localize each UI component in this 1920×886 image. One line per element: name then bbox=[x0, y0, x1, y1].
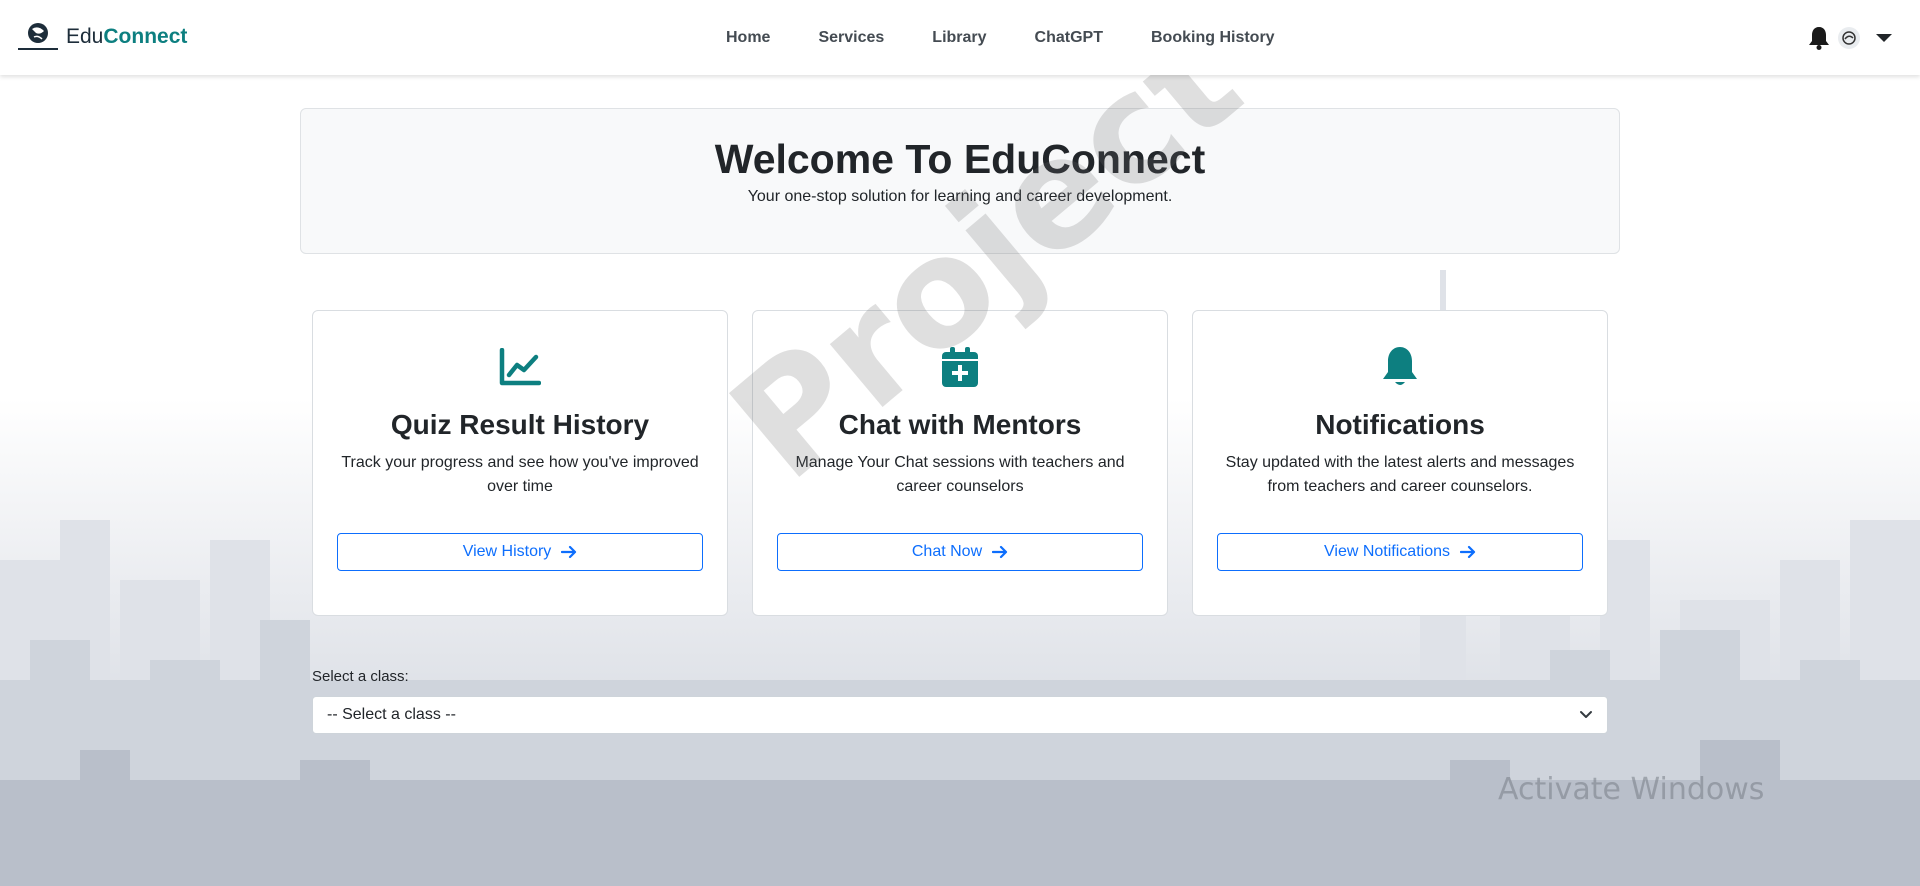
brand-edu: Edu bbox=[66, 25, 104, 48]
user-menu-caret-icon[interactable] bbox=[1876, 34, 1892, 42]
view-history-button[interactable]: View History bbox=[337, 533, 703, 571]
hero-subtitle: Your one-stop solution for learning and … bbox=[747, 188, 1173, 206]
brand-name: EduConnect bbox=[66, 25, 187, 49]
bell-icon[interactable] bbox=[1808, 26, 1830, 50]
welcome-hero: Welcome To EduConnect Your one-stop solu… bbox=[300, 108, 1620, 254]
class-select[interactable]: -- Select a class -- bbox=[312, 696, 1608, 734]
card-description: Stay updated with the latest alerts and … bbox=[1225, 454, 1575, 495]
nav-booking-history[interactable]: Booking History bbox=[1127, 29, 1299, 47]
card-title: Notifications bbox=[1315, 409, 1485, 440]
card-description: Manage Your Chat sessions with teachers … bbox=[795, 454, 1125, 495]
nav-chatgpt[interactable]: ChatGPT bbox=[1011, 29, 1127, 47]
notifications-card: Notifications Stay updated with the late… bbox=[1192, 310, 1608, 616]
button-label: Chat Now bbox=[911, 543, 983, 560]
chat-mentors-card: Chat with Mentors Manage Your Chat sessi… bbox=[752, 310, 1168, 616]
nav-library[interactable]: Library bbox=[908, 29, 1010, 47]
card-description: Track your progress and see how you've i… bbox=[341, 454, 699, 495]
brand-logo-link[interactable]: EduConnect bbox=[16, 17, 187, 57]
card-title: Chat with Mentors bbox=[838, 409, 1082, 440]
arrow-right-icon bbox=[1459, 545, 1476, 559]
globe-logo-icon bbox=[18, 23, 58, 50]
top-navbar: EduConnect Home Services Library ChatGPT… bbox=[0, 0, 1920, 75]
chart-line-icon bbox=[499, 348, 541, 386]
nav-links: Home Services Library ChatGPT Booking Hi… bbox=[702, 0, 1299, 75]
nav-home[interactable]: Home bbox=[702, 29, 794, 47]
arrow-right-icon bbox=[561, 545, 577, 559]
activate-windows-overlay: Activate Windows bbox=[1498, 772, 1764, 807]
nav-user-area bbox=[1808, 22, 1892, 54]
activate-windows-title: Activate Windows bbox=[1498, 772, 1765, 807]
class-select-value: -- Select a class -- bbox=[327, 706, 456, 723]
calendar-plus-icon bbox=[942, 347, 978, 387]
quiz-result-card: Quiz Result History Track your progress … bbox=[312, 310, 728, 616]
arrow-right-icon bbox=[992, 545, 1008, 559]
button-label: View Notifications bbox=[1324, 543, 1450, 560]
nav-services[interactable]: Services bbox=[794, 29, 908, 47]
hero-title: Welcome To EduConnect bbox=[714, 136, 1206, 182]
user-avatar[interactable] bbox=[1838, 27, 1860, 49]
card-title: Quiz Result History bbox=[390, 409, 650, 440]
view-notifications-button[interactable]: View Notifications bbox=[1217, 533, 1583, 571]
chat-now-button[interactable]: Chat Now bbox=[777, 533, 1143, 571]
bell-icon bbox=[1383, 347, 1417, 385]
avatar-icon bbox=[1842, 31, 1856, 45]
class-select-label: Select a class: bbox=[312, 668, 409, 685]
chevron-down-icon bbox=[1580, 711, 1592, 718]
brand-connect: Connect bbox=[103, 25, 188, 48]
button-label: View History bbox=[462, 543, 552, 560]
